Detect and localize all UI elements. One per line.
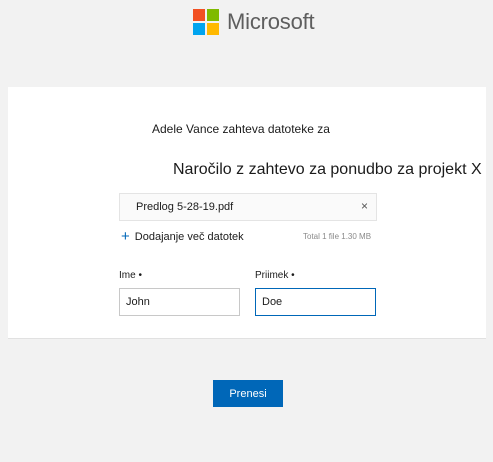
first-name-field[interactable]: [119, 288, 240, 316]
file-name: Predlog 5-28-19.pdf: [136, 201, 234, 213]
brand-name: Microsoft: [227, 9, 315, 34]
total-size: Total 1 file 1.30 MB: [303, 232, 372, 241]
requester-line: Adele Vance zahteva datoteke za: [152, 122, 330, 136]
upload-button[interactable]: Prenesi: [213, 380, 283, 407]
microsoft-logo-icon: [193, 9, 219, 35]
logo-square-green: [207, 9, 219, 21]
last-name-label: Priimek •: [255, 270, 295, 281]
first-name-label: Ime •: [119, 270, 142, 281]
close-icon[interactable]: ×: [361, 199, 368, 213]
logo-square-yellow: [207, 23, 219, 35]
logo-square-red: [193, 9, 205, 21]
last-name-field[interactable]: [255, 288, 376, 316]
request-title: Naročilo z zahtevo za ponudbo za projekt…: [173, 161, 482, 178]
file-item: Predlog 5-28-19.pdf ×: [119, 193, 377, 221]
microsoft-brand: Microsoft: [193, 8, 315, 36]
add-files-label: Dodajanje več datotek: [134, 231, 244, 243]
plus-icon: +: [121, 228, 130, 245]
logo-square-blue: [193, 23, 205, 35]
add-files-link[interactable]: + Dodajanje več datotek: [121, 228, 244, 245]
file-request-card: Adele Vance zahteva datoteke za Naročilo…: [8, 87, 486, 459]
